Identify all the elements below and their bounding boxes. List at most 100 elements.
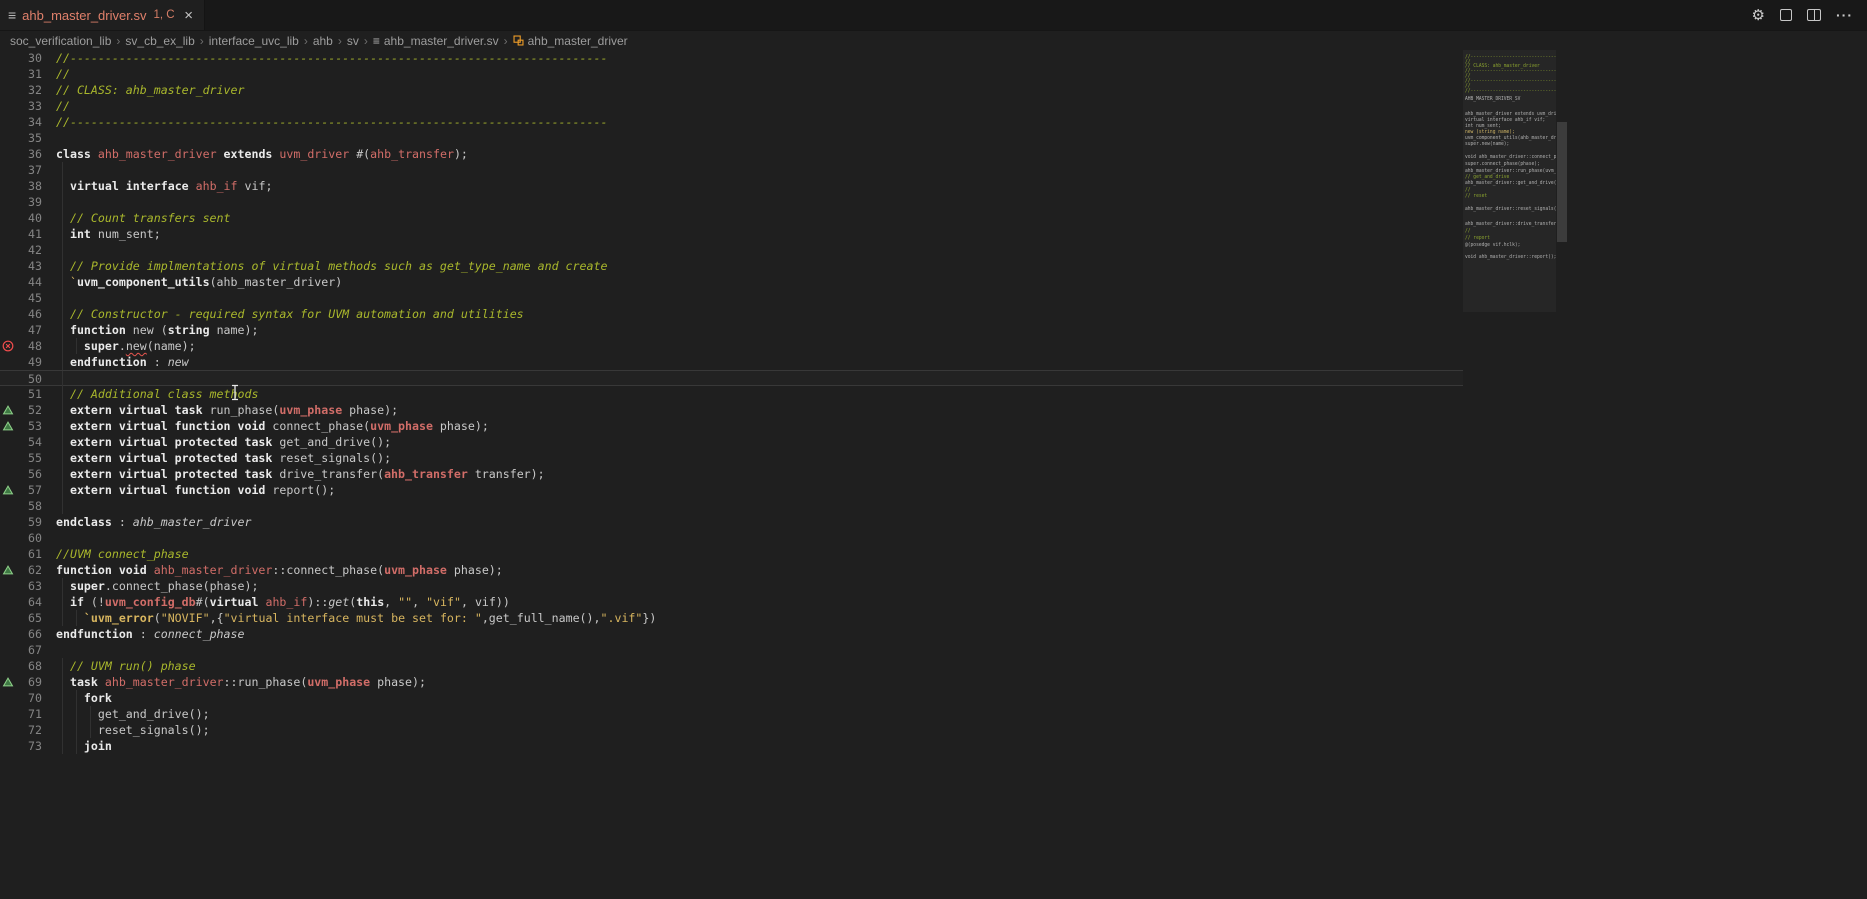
breadcrumb-label: sv (347, 34, 359, 48)
code-line: 70 fork (0, 690, 1463, 706)
code-text: //--------------------------------------… (56, 50, 607, 66)
line-number: 64 (0, 594, 42, 610)
code-text: super.connect_phase(phase); (56, 578, 258, 594)
breadcrumb-label: soc_verification_lib (10, 34, 111, 48)
code-line: 39 (0, 194, 1463, 210)
code-text: extern virtual function void report(); (56, 482, 335, 498)
vscode-window: { "tab": { "file_icon_glyph": "≡", "titl… (0, 0, 1867, 899)
layout-icon[interactable] (1780, 5, 1792, 25)
breadcrumb-separator: › (304, 34, 308, 48)
scrollbar-thumb[interactable] (1557, 122, 1567, 242)
line-number: 42 (0, 242, 42, 258)
code-line: 52 extern virtual task run_phase(uvm_pha… (0, 402, 1463, 418)
line-number: 68 (0, 658, 42, 674)
code-line: 57 extern virtual function void report()… (0, 482, 1463, 498)
line-number: 58 (0, 498, 42, 514)
line-number: 54 (0, 434, 42, 450)
breadcrumb: soc_verification_lib › sv_cb_ex_lib › interf… (0, 31, 1867, 50)
breadcrumb-item[interactable]: soc_verification_lib (10, 34, 111, 48)
indent-guide (62, 498, 63, 514)
code-text: function void ahb_master_driver::connect… (56, 562, 503, 578)
code-text: class ahb_master_driver extends uvm_driv… (56, 146, 468, 162)
code-line: 60 (0, 530, 1463, 546)
minimap-row: ahb_master_driver::reset_signals(); (1465, 207, 1556, 212)
indent-guide (62, 371, 63, 387)
code-text: join (56, 738, 112, 754)
line-number: 67 (0, 642, 42, 658)
line-number: 69 (0, 674, 42, 690)
code-line: 35 (0, 130, 1463, 146)
vertical-scrollbar[interactable] (1556, 50, 1568, 899)
file-list-icon: ≡ (8, 8, 16, 22)
code-line: 46 // Constructor - required syntax for … (0, 306, 1463, 322)
code-line: 62function void ahb_master_driver::conne… (0, 562, 1463, 578)
code-line: 37 (0, 162, 1463, 178)
line-number: 37 (0, 162, 42, 178)
code-text: extern virtual task run_phase(uvm_phase … (56, 402, 398, 418)
layout-square-glyph (1780, 9, 1792, 21)
line-number: 47 (0, 322, 42, 338)
code-line: 58 (0, 498, 1463, 514)
code-text: extern virtual function void connect_pha… (56, 418, 489, 434)
line-number: 73 (0, 738, 42, 754)
split-glyph (1807, 9, 1821, 21)
breadcrumb-item[interactable]: ahb (313, 34, 333, 48)
code-line: 48 super.new(name); (0, 338, 1463, 354)
breadcrumb-item[interactable]: sv_cb_ex_lib (125, 34, 194, 48)
minimap-row: ahb_master_driver::drive_transfer(ahb_tr… (1465, 222, 1556, 227)
line-number: 46 (0, 306, 42, 322)
code-line: 64 if (!uvm_config_db#(virtual ahb_if)::… (0, 594, 1463, 610)
breadcrumb-item[interactable]: ≡ ahb_master_driver.sv (373, 34, 499, 48)
breadcrumb-item[interactable]: interface_uvc_lib (209, 34, 299, 48)
line-number: 72 (0, 722, 42, 738)
line-number: 31 (0, 66, 42, 82)
code-text: // Constructor - required syntax for UVM… (56, 306, 524, 322)
indent-guide (62, 242, 63, 258)
code-line: 43 // Provide implmentations of virtual … (0, 258, 1463, 274)
close-icon[interactable]: × (181, 7, 196, 24)
minimap-row: super.connect_phase(phase); (1465, 162, 1556, 167)
code-text: //UVM connect_phase (56, 546, 189, 562)
breadcrumb-item[interactable]: ahb_master_driver (513, 34, 628, 48)
line-number: 34 (0, 114, 42, 130)
minimap-row: @(posedge vif.hclk); (1465, 243, 1556, 248)
code-line: 68 // UVM run() phase (0, 658, 1463, 674)
breadcrumb-separator: › (116, 34, 120, 48)
breadcrumb-item[interactable]: sv (347, 34, 359, 48)
line-number: 41 (0, 226, 42, 242)
code-text: extern virtual protected task drive_tran… (56, 466, 545, 482)
breadcrumb-label: ahb_master_driver.sv (384, 34, 499, 48)
code-text: `uvm_component_utils(ahb_master_driver) (56, 274, 342, 290)
line-number: 33 (0, 98, 42, 114)
editor-code-area[interactable]: 73 join72 reset_signals();71 get_and_dri… (0, 50, 1867, 899)
split-editor-icon[interactable] (1807, 5, 1821, 25)
tab-ahb-master-driver[interactable]: ≡ ahb_master_driver.sv 1, C × (0, 0, 205, 30)
code-text: endfunction : new (56, 354, 189, 370)
code-text: get_and_drive(); (56, 706, 210, 722)
code-text: // Provide implmentations of virtual met… (56, 258, 607, 274)
settings-gear-icon[interactable]: ⚙ (1752, 5, 1765, 25)
indent-guide (62, 290, 63, 306)
line-number: 36 (0, 146, 42, 162)
file-list-icon: ≡ (373, 35, 380, 47)
code-line: 38 virtual interface ahb_if vif; (0, 178, 1463, 194)
code-text: endclass : ahb_master_driver (56, 514, 251, 530)
line-number: 55 (0, 450, 42, 466)
code-line: 47 function new (string name); (0, 322, 1463, 338)
line-number: 65 (0, 610, 42, 626)
code-line: 51 // Additional class methods (0, 386, 1463, 402)
code-line: 66endfunction : connect_phase (0, 626, 1463, 642)
code-line: 63 super.connect_phase(phase); (0, 578, 1463, 594)
code-text: super.new(name); (56, 338, 196, 354)
code-line: 55 extern virtual protected task reset_s… (0, 450, 1463, 466)
breadcrumb-label: interface_uvc_lib (209, 34, 299, 48)
code-line: 54 extern virtual protected task get_and… (0, 434, 1463, 450)
code-line: 61//UVM connect_phase (0, 546, 1463, 562)
minimap[interactable]: //--------------------------------------… (1463, 50, 1556, 899)
code-line: 30//------------------------------------… (0, 50, 1463, 66)
code-line: 42 (0, 242, 1463, 258)
code-text: // (56, 66, 70, 82)
tab-title: ahb_master_driver.sv (22, 8, 146, 23)
minimap-row: void ahb_master_driver::connect_phase(uv… (1465, 155, 1556, 160)
more-actions-icon[interactable]: ··· (1836, 5, 1853, 25)
